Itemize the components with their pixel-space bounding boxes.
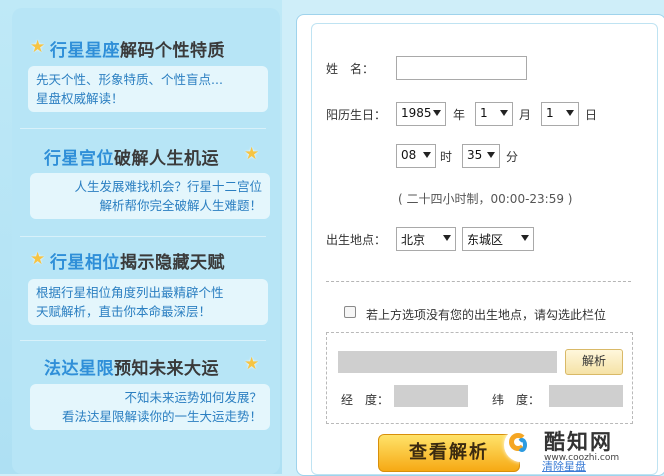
hour-select[interactable]: 08 (396, 144, 436, 168)
divider (20, 340, 266, 341)
hour-value: 08 (401, 148, 417, 162)
star-icon: ★ (244, 144, 260, 164)
chevron-down-icon (500, 110, 508, 116)
feature-title-3: 行星相位揭示隐藏天赋 (50, 248, 225, 273)
section-divider (326, 281, 631, 282)
coozhi-logo-icon (504, 428, 538, 462)
day-value: 1 (546, 106, 554, 120)
divider (20, 236, 266, 237)
feature-desc-line: 看法达星限解读你的一生大运走势！ (61, 409, 262, 424)
chevron-down-icon (433, 110, 441, 116)
feature-title-highlight: 行星宫位 (44, 149, 114, 169)
month-select[interactable]: 1 (475, 102, 513, 126)
feature-title-rest: 破解人生机运 (114, 149, 219, 169)
location-input[interactable] (338, 351, 557, 373)
latitude-label: 纬 度： (492, 393, 541, 407)
minute-value: 35 (467, 148, 483, 162)
feature-desc-1: 先天个性、形象特质、个性盲点... 星盘权威解读！ (28, 66, 268, 112)
feature-desc-line: 星盘权威解读！ (36, 91, 124, 106)
view-analysis-label: 查看解析 (409, 442, 489, 463)
chevron-down-icon (521, 235, 529, 241)
longitude-input[interactable] (394, 385, 468, 407)
watermark: 酷知网 www.coozhi.com (504, 426, 656, 466)
form-container: 姓 名： 阳历生日： 1985 年 1 月 1 日 08 时 35 分 ( 二十… (311, 23, 658, 475)
day-unit: 日 (585, 108, 598, 122)
watermark-brand: 酷知网 (544, 430, 613, 454)
minute-select[interactable]: 35 (462, 144, 500, 168)
chevron-down-icon (487, 152, 495, 158)
parse-button[interactable]: 解析 (565, 349, 623, 375)
feature-desc-line: 天赋解析，直击你本命最深层！ (36, 304, 212, 319)
month-unit: 月 (519, 108, 532, 122)
minute-unit: 分 (506, 150, 519, 164)
chevron-down-icon (423, 152, 431, 158)
day-select[interactable]: 1 (541, 102, 579, 126)
year-value: 1985 (401, 106, 432, 120)
feature-title-rest: 解码个性特质 (120, 41, 225, 61)
chevron-down-icon (566, 110, 574, 116)
no-location-checkbox[interactable] (344, 306, 356, 318)
month-value: 1 (480, 106, 488, 120)
year-select[interactable]: 1985 (396, 102, 446, 126)
watermark-url: www.coozhi.com (544, 453, 620, 463)
time-format-hint: ( 二十四小时制，00:00-23:59 ) (398, 192, 573, 206)
city-select[interactable]: 北京 (396, 227, 456, 251)
feature-desc-3: 根据行星相位角度列出最精辟个性 天赋解析，直击你本命最深层！ (28, 279, 268, 325)
manual-location-box: 解析 经 度： 纬 度： (326, 332, 633, 424)
birthdate-label: 阳历生日： (326, 108, 387, 122)
view-analysis-button[interactable]: 查看解析 (378, 434, 520, 472)
chevron-down-icon (443, 235, 451, 241)
star-icon: ★ (244, 354, 260, 374)
birth-chart-form-panel: 姓 名： 阳历生日： 1985 年 1 月 1 日 08 时 35 分 ( 二十… (296, 14, 664, 476)
feature-title-highlight: 法达星限 (44, 359, 114, 379)
birthplace-label: 出生地点： (326, 233, 387, 247)
latitude-input[interactable] (549, 385, 623, 407)
feature-desc-line: 不知未来运势如何发展？ (124, 390, 262, 405)
feature-desc-line: 人生发展难找机会？行星十二宫位 (74, 179, 262, 194)
feature-title-rest: 预知未来大运 (114, 359, 219, 379)
feature-title-highlight: 行星星座 (50, 41, 120, 61)
feature-desc-4: 不知未来运势如何发展？ 看法达星限解读你的一生大运走势！ (30, 384, 270, 430)
district-value: 东城区 (467, 233, 504, 247)
year-unit: 年 (453, 108, 466, 122)
feature-desc-line: 解析帮你完全破解人生难题！ (99, 198, 262, 213)
feature-desc-2: 人生发展难找机会？行星十二宫位 解析帮你完全破解人生难题！ (30, 173, 270, 219)
feature-title-rest: 揭示隐藏天赋 (120, 253, 225, 273)
name-input[interactable] (396, 56, 527, 80)
feature-title-highlight: 行星相位 (50, 253, 120, 273)
longitude-label: 经 度： (341, 393, 390, 407)
divider (20, 128, 266, 129)
feature-title-1: 行星星座解码个性特质 (50, 36, 225, 61)
feature-desc-line: 根据行星相位角度列出最精辟个性 (36, 285, 224, 300)
left-feature-panel: ★ 行星星座解码个性特质 先天个性、形象特质、个性盲点... 星盘权威解读！ 行… (0, 0, 282, 474)
star-icon: ★ (30, 37, 46, 57)
feature-desc-line: 先天个性、形象特质、个性盲点... (36, 72, 223, 87)
city-value: 北京 (401, 233, 426, 247)
district-select[interactable]: 东城区 (462, 227, 534, 251)
no-location-label: 若上方选项没有您的出生地点，请勾选此栏位 (366, 308, 607, 322)
feature-title-4: 法达星限预知未来大运 (44, 354, 219, 379)
parse-button-label: 解析 (581, 354, 606, 368)
hour-unit: 时 (440, 150, 453, 164)
feature-title-2: 行星宫位破解人生机运 (44, 144, 219, 169)
name-label: 姓 名： (326, 62, 375, 76)
star-icon: ★ (30, 249, 46, 269)
